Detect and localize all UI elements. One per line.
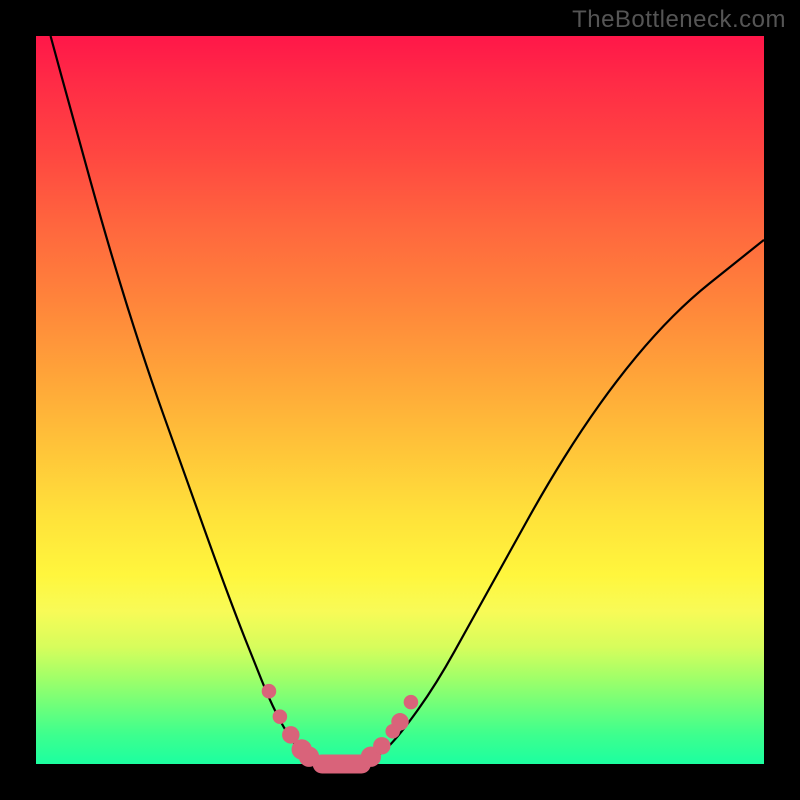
chart-container: TheBottleneck.com (0, 0, 800, 800)
valley-marker (404, 695, 419, 710)
valley-markers (262, 684, 419, 767)
valley-marker (299, 747, 319, 767)
plot-area (36, 36, 764, 764)
curve-layer (36, 36, 764, 764)
valley-marker (262, 684, 277, 699)
watermark-text: TheBottleneck.com (572, 6, 786, 34)
curve-right-branch (364, 240, 764, 764)
valley-marker (391, 713, 408, 730)
curve-left-branch (51, 36, 320, 764)
valley-marker (273, 709, 288, 724)
valley-marker (373, 737, 390, 754)
